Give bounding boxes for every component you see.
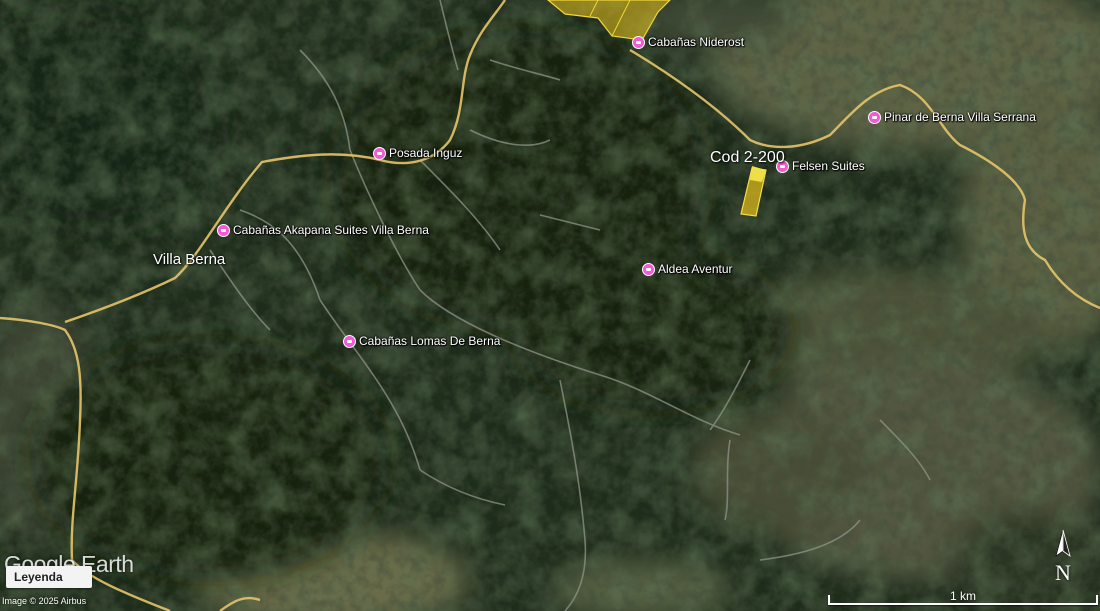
poi-cabanas-niderost[interactable]: Cabañas Niderost <box>632 35 744 49</box>
poi-label: Pinar de Berna Villa Serrana <box>884 110 1036 124</box>
poi-cabanas-lomas[interactable]: Cabañas Lomas De Berna <box>343 334 500 348</box>
compass[interactable]: N <box>1046 528 1080 586</box>
poi-label: Aldea Aventur <box>658 262 733 276</box>
hotel-icon <box>217 223 230 237</box>
hotel-icon <box>373 146 386 160</box>
hotel-icon <box>632 35 645 49</box>
hotel-icon <box>343 334 356 348</box>
satellite-map[interactable]: Cabañas Niderost Pinar de Berna Villa Se… <box>0 0 1100 611</box>
poi-pinar-de-berna[interactable]: Pinar de Berna Villa Serrana <box>868 110 1036 124</box>
imagery-credit: Image © 2025 Airbus <box>2 596 87 606</box>
poi-label: Cabañas Niderost <box>648 35 745 49</box>
poi-posada-inguz[interactable]: Posada Inguz <box>373 146 462 160</box>
compass-north-label: N <box>1055 560 1071 585</box>
poi-cabanas-akapana[interactable]: Cabañas Akapana Suites Villa Berna <box>217 223 429 237</box>
terrain-imagery <box>0 0 1100 611</box>
poi-felsen-suites[interactable]: Felsen Suites <box>776 159 865 173</box>
scale-label: 1 km <box>949 589 976 603</box>
poi-label: Cabañas Lomas De Berna <box>359 334 501 348</box>
legend-button[interactable]: Leyenda <box>6 566 92 588</box>
poi-aldea-aventur[interactable]: Aldea Aventur <box>642 262 733 276</box>
poi-label: Posada Inguz <box>389 146 463 160</box>
north-arrow-icon <box>1055 529 1071 557</box>
poi-label: Cabañas Akapana Suites Villa Berna <box>233 223 429 237</box>
hotel-icon <box>868 110 881 124</box>
place-label-villa-berna: Villa Berna <box>153 251 226 268</box>
scale-bar: 1 km <box>828 587 1098 607</box>
hotel-icon <box>642 262 655 276</box>
parcel-label[interactable]: Cod 2-200 <box>710 149 785 167</box>
poi-label: Felsen Suites <box>792 159 865 173</box>
